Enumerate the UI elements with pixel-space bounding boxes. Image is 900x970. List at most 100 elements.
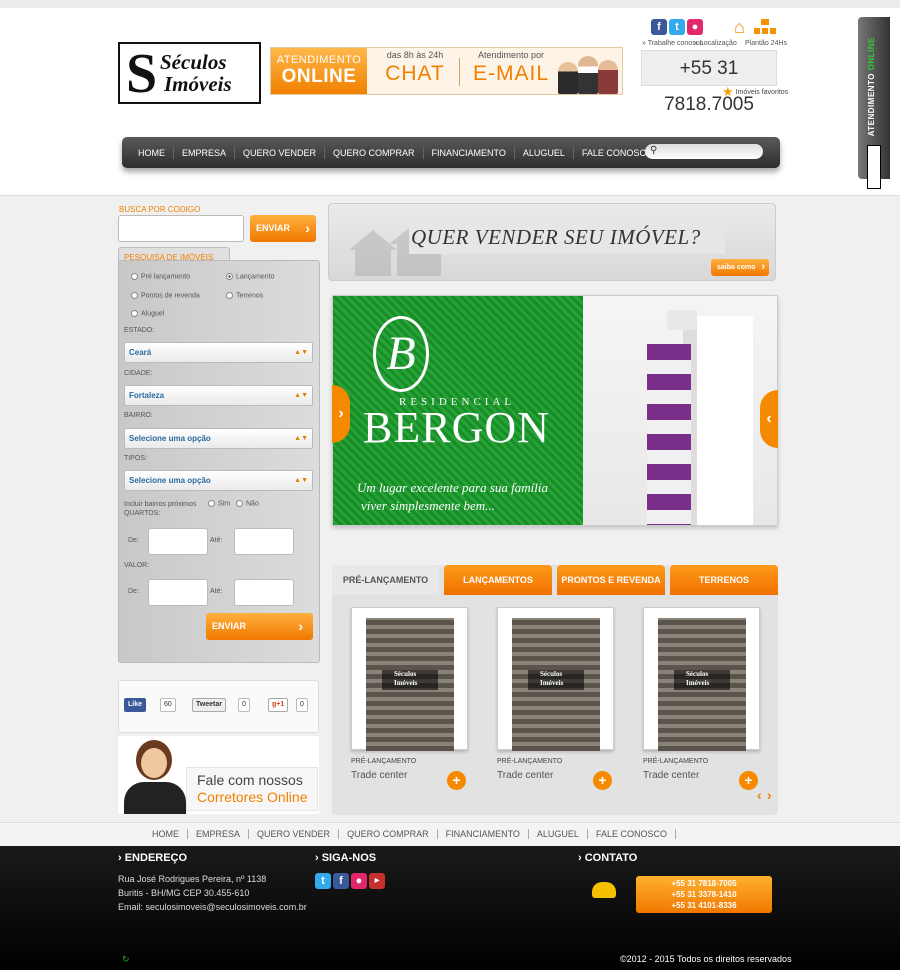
gplus-label: g+1 <box>272 701 285 708</box>
card-title[interactable]: Trade center <box>497 770 553 781</box>
email-label: E-MAIL <box>472 62 549 85</box>
like-count: 60 <box>160 698 176 712</box>
card-more-button[interactable]: + <box>739 771 758 790</box>
site-logo[interactable]: S Séculos Imóveis <box>118 42 261 104</box>
nav-empresa[interactable]: EMPRESA <box>174 146 236 159</box>
code-input[interactable] <box>118 215 244 242</box>
footer-nav-aluguel[interactable]: ALUGUEL <box>529 829 588 839</box>
chevron-right-icon: › <box>298 618 303 634</box>
footer-nav-empresa[interactable]: EMPRESA <box>188 829 250 839</box>
radio-label: Terrenos <box>236 292 264 300</box>
contact-phones-box[interactable]: +55 31 7818-7005 +55 31 3378-1410 +55 31… <box>636 876 772 913</box>
valor-to-input[interactable] <box>234 579 294 606</box>
footer-nav-home[interactable]: HOME <box>144 829 189 839</box>
code-send-button[interactable]: ENVIAR › <box>250 215 316 242</box>
radio-label: Sim <box>218 500 231 508</box>
radio-pre-lancamento[interactable]: Pré lançamento <box>131 273 190 280</box>
search-input[interactable] <box>645 144 763 159</box>
card-title[interactable]: Trade center <box>351 770 407 781</box>
slider-prev-right-arrow[interactable]: ‹ <box>760 390 778 448</box>
search-submit-button[interactable]: ENVIAR › <box>206 613 313 640</box>
nav-quero-comprar[interactable]: QUERO COMPRAR <box>325 146 424 159</box>
estado-label: ESTADO: <box>124 327 155 334</box>
property-card[interactable]: Séculos Imóveis <box>643 607 760 751</box>
address-line2: Buritis - BH/MG CEP 30.455-610 <box>118 888 250 898</box>
card-title[interactable]: Trade center <box>643 770 699 781</box>
tab-prontos-revenda[interactable]: PRONTOS E REVENDA <box>557 565 665 595</box>
twitter-icon[interactable]: t <box>315 873 331 889</box>
watermark-logo: Séculos Imóveis <box>528 670 584 690</box>
valor-from-input[interactable] <box>148 579 208 606</box>
cidade-select[interactable]: Fortaleza ▲▼ <box>124 385 313 406</box>
location-link[interactable]: » Localização <box>694 40 737 47</box>
nav-home[interactable]: HOME <box>130 146 174 159</box>
tipos-label: TIPOS: <box>124 455 147 462</box>
slider-next-left-arrow[interactable]: › <box>332 385 350 443</box>
tweet-button[interactable]: Tweetar <box>192 698 226 712</box>
google-plus-button[interactable]: g+1 <box>268 698 289 712</box>
tab-terrenos[interactable]: TERRENOS <box>670 565 778 595</box>
facebook-like-button[interactable]: Like <box>124 698 147 712</box>
flickr-icon[interactable]: ● <box>351 873 367 889</box>
caret-icon: ▲▼ <box>294 392 308 399</box>
email-link[interactable]: Atendimento por E-MAIL <box>467 50 555 86</box>
learn-how-label: saiba como <box>717 264 756 271</box>
quartos-from-input[interactable] <box>148 528 208 555</box>
carousel-prev-icon[interactable]: ‹ <box>757 787 762 803</box>
cidade-value: Fortaleza <box>129 391 165 400</box>
nav-aluguel[interactable]: ALUGUEL <box>515 146 574 159</box>
footer-nav-quero-comprar[interactable]: QUERO COMPRAR <box>339 829 438 839</box>
property-card[interactable]: Séculos Imóveis <box>497 607 614 751</box>
phone-display: +55 31 7818.7005 <box>641 50 777 115</box>
radio-pontos-revenda[interactable]: Pontos de revenda <box>131 292 200 299</box>
logo-letter: S <box>126 43 158 105</box>
nav-quero-vender[interactable]: QUERO VENDER <box>235 146 326 159</box>
copyright: ©2012 - 2015 Todos os direitos reservado… <box>620 954 792 964</box>
footer-nav-financiamento[interactable]: FINANCIAMENTO <box>438 829 529 839</box>
card-more-button[interactable]: + <box>593 771 612 790</box>
property-card[interactable]: Séculos Imóveis <box>351 607 468 751</box>
radio-lancamento[interactable]: Lançamento <box>226 273 275 280</box>
bairro-select[interactable]: Selecione uma opção ▲▼ <box>124 428 313 449</box>
tipos-select[interactable]: Selecione uma opção ▲▼ <box>124 470 313 491</box>
estado-select[interactable]: Ceará ▲▼ <box>124 342 313 363</box>
footer-email[interactable]: Email: seculosimoveis@seculosimoveis.com… <box>118 900 307 914</box>
on-call-link[interactable]: Plantão 24Hs <box>745 40 787 47</box>
sell-property-banner[interactable]: QUER VENDER SEU IMÓVEL? saiba como › <box>328 203 776 281</box>
facebook-icon[interactable]: f <box>651 19 667 35</box>
chat-caption: das 8h às 24h <box>386 50 444 60</box>
card-category: PRÉ-LANÇAMENTO <box>351 758 417 765</box>
carousel-next-icon[interactable]: › <box>767 787 772 803</box>
tipos-value: Selecione uma opção <box>129 476 211 485</box>
favorites-link[interactable]: ★ Imóveis favoritos <box>722 84 788 100</box>
quartos-to-input[interactable] <box>234 528 294 555</box>
online-badge-caption: ATENDIMENTO <box>276 54 362 66</box>
nearby-no-radio[interactable]: Não <box>236 500 259 507</box>
youtube-icon[interactable]: ▶ <box>369 873 385 889</box>
footer-nav-fale-conosco[interactable]: FALE CONOSCO <box>588 829 676 839</box>
search-icon: ⚲ <box>650 145 658 156</box>
radio-label: Não <box>246 500 259 508</box>
footer-nav-quero-vender[interactable]: QUERO VENDER <box>249 829 340 839</box>
radio-circle <box>236 500 243 507</box>
radio-aluguel[interactable]: Aluguel <box>131 310 164 317</box>
nav-financiamento[interactable]: FINANCIAMENTO <box>424 146 515 159</box>
twitter-icon[interactable]: t <box>669 19 685 35</box>
facebook-icon[interactable]: f <box>333 873 349 889</box>
sitemap-icon[interactable] <box>754 19 776 35</box>
radio-circle <box>208 500 215 507</box>
nearby-yes-radio[interactable]: Sim <box>208 500 230 507</box>
radio-terrenos[interactable]: Terrenos <box>226 292 263 299</box>
tab-lancamentos[interactable]: LANÇAMENTOS <box>444 565 552 595</box>
flickr-icon[interactable]: ● <box>687 19 703 35</box>
online-service-side-tab[interactable]: ATENDIMENTO ONLINE <box>858 17 890 189</box>
divider <box>459 58 460 86</box>
chat-link[interactable]: das 8h às 24h CHAT <box>375 50 455 86</box>
radio-circle <box>131 273 138 280</box>
home-icon[interactable]: ⌂ <box>734 17 745 38</box>
learn-how-button[interactable]: saiba como › <box>711 259 769 276</box>
card-more-button[interactable]: + <box>447 771 466 790</box>
tab-pre-lancamento[interactable]: PRÉ-LANÇAMENTO <box>332 565 439 595</box>
property-tabs-panel: PRÉ-LANÇAMENTO LANÇAMENTOS PRONTOS E REV… <box>332 565 778 815</box>
radio-circle <box>131 292 138 299</box>
